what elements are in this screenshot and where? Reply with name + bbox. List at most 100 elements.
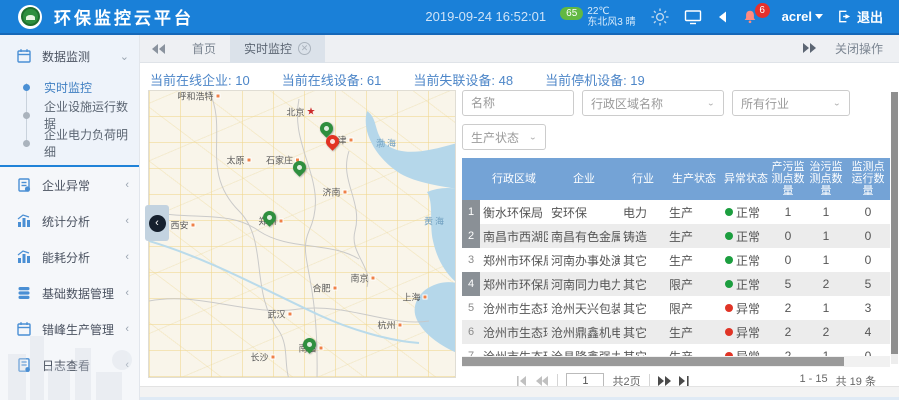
column-header-治污监测点数量: 治污监测点数量: [806, 158, 846, 200]
last-page-button[interactable]: [679, 376, 691, 386]
bar-chart-icon: [16, 213, 32, 229]
alarm-count-badge[interactable]: 6: [755, 3, 770, 18]
sidebar-group-能耗分析[interactable]: 能耗分析‹: [0, 239, 139, 275]
city-label-杭州: 杭州: [377, 319, 402, 332]
first-page-button[interactable]: [516, 376, 528, 386]
status-dot-icon: [725, 208, 733, 216]
monitor-icon[interactable]: [684, 9, 702, 25]
city-label-西安: 西安: [170, 219, 195, 232]
sidebar-group-数据监测[interactable]: 数据监测⌄: [0, 39, 139, 73]
chevron-down-icon: ⌄: [529, 133, 537, 142]
bullet-icon: [23, 112, 30, 119]
column-header-行政区域: 行政区域: [480, 158, 548, 200]
sidebar-group-企业异常[interactable]: 企业异常‹: [0, 167, 139, 203]
city-label-武汉: 武汉: [267, 308, 292, 321]
close-icon[interactable]: ✕: [298, 42, 311, 55]
chevron-left-icon: ‹: [125, 251, 129, 263]
sidebar-item-企业电力负荷明细[interactable]: 企业电力负荷明细: [0, 129, 139, 157]
city-label-呼和浩特: 呼和浩特: [177, 90, 220, 103]
sea-label-黄海: 黄海: [424, 215, 446, 228]
chevron-left-icon: ‹: [125, 359, 129, 371]
speaker-icon[interactable]: [716, 10, 728, 24]
industry-select[interactable]: 所有行业 ⌄: [732, 90, 850, 116]
app-title: 环保监控云平台: [54, 4, 194, 29]
tabs-scroll-left-icon[interactable]: [140, 44, 178, 54]
table-row[interactable]: 1衡水环保局安环保电力生产正常110: [462, 200, 890, 224]
table-row[interactable]: 7沧州市生态环保局沧县隆鑫强力加工其它生产异常210: [462, 344, 890, 356]
sidebar: 数据监测⌄实时监控企业设施运行数据企业电力负荷明细企业异常‹统计分析‹能耗分析‹…: [0, 35, 140, 400]
status-dot-icon: [725, 328, 733, 336]
table-row[interactable]: 4郑州市环保局河南同力电力设备其它限产正常525: [462, 272, 890, 296]
city-label-合肥: 合肥: [312, 282, 337, 295]
next-page-button[interactable]: [658, 376, 671, 386]
close-operations-menu[interactable]: 关闭操作: [835, 40, 883, 57]
enterprise-panel: 行政区域名称 ⌄ 所有行业 ⌄ 生产状态 ⌄ 行政区域企业行业生产状态异常状态产…: [462, 90, 890, 387]
sidebar-group-日志查看[interactable]: 日志查看‹: [0, 347, 139, 383]
sidebar-group-统计分析[interactable]: 统计分析‹: [0, 203, 139, 239]
logout-icon: [837, 9, 852, 24]
chevron-left-icon: ‹: [125, 215, 129, 227]
username: acrel: [782, 9, 812, 24]
table-row[interactable]: 2南昌市西湖区环保南昌有色金属有限铸造生产正常010: [462, 224, 890, 248]
table-row[interactable]: 5沧州市生态环保局沧州天兴包装制品其它限产异常213: [462, 296, 890, 320]
city-marker-icon: [271, 355, 276, 360]
stat-当前停机设备: 当前停机设备: 19: [545, 70, 645, 89]
weather-widget: 65 22℃ 东北风3 晴: [560, 6, 635, 28]
map-panel-collapse-button[interactable]: ‹: [145, 205, 169, 241]
sea-label-渤海: 渤海: [376, 137, 398, 150]
user-menu[interactable]: acrel: [782, 9, 823, 24]
alarm-bell-icon[interactable]: 6: [742, 9, 758, 25]
table-horizontal-scrollbar[interactable]: [462, 356, 890, 367]
chevron-down-icon: [815, 14, 823, 19]
chevron-down-icon: ⌄: [120, 50, 129, 63]
bullet-icon: [23, 84, 30, 91]
bullet-icon: [23, 140, 30, 147]
log-icon: [16, 357, 32, 373]
region-select[interactable]: 行政区域名称 ⌄: [582, 90, 724, 116]
city-marker-icon: [279, 219, 284, 224]
city-label-上海: 上海: [402, 291, 427, 304]
city-label-太原: 太原: [226, 154, 251, 167]
tabs-scroll-right-icon[interactable]: [803, 42, 817, 56]
china-map[interactable]: 呼和浩特北京★天津渤海太原石家庄济南西安郑州黄海南京合肥上海武汉杭州长沙南昌: [148, 90, 456, 378]
wind-weather: 东北风3 晴: [587, 17, 635, 28]
name-search-input[interactable]: [462, 90, 574, 116]
chevron-down-icon: ⌄: [833, 99, 841, 108]
city-label-长沙: 长沙: [250, 351, 275, 364]
city-marker-icon: [349, 138, 354, 143]
sidebar-group-错峰生产管理[interactable]: 错峰生产管理‹: [0, 311, 139, 347]
chevron-down-icon: ⌄: [707, 99, 715, 108]
column-header-监测点运行数量: 监测点运行数量: [846, 158, 890, 200]
table-row[interactable]: 6沧州市生态环保局沧州鼎鑫机电设备其它生产异常224: [462, 320, 890, 344]
sidebar-item-企业设施运行数据[interactable]: 企业设施运行数据: [0, 101, 139, 129]
chevron-left-icon: ‹: [149, 215, 166, 232]
stat-当前失联设备: 当前失联设备: 48: [413, 70, 513, 89]
city-marker-icon: [216, 94, 221, 99]
sidebar-group-基础数据管理[interactable]: 基础数据管理‹: [0, 275, 139, 311]
tab-首页[interactable]: 首页: [178, 35, 230, 63]
tab-实时监控[interactable]: 实时监控✕: [230, 35, 325, 63]
chevron-left-icon: ‹: [125, 179, 129, 191]
city-marker-icon: [398, 323, 403, 328]
city-marker-icon: [423, 295, 428, 300]
column-header-产污监测点数量: 产污监测点数量: [770, 158, 806, 200]
logout-button[interactable]: 退出: [837, 7, 883, 26]
calendar-icon: [16, 321, 32, 337]
chevron-left-icon: ‹: [125, 323, 129, 335]
prev-page-button[interactable]: [536, 376, 549, 386]
capital-star-icon: ★: [307, 108, 316, 116]
app-window: 环保监控云平台 2019-09-24 16:52:01 65 22℃ 东北风3 …: [0, 0, 899, 400]
sun-icon: [650, 7, 670, 27]
main-content: 当前在线企业: 10当前在线设备: 61当前失联设备: 48当前停机设备: 19…: [140, 63, 899, 400]
clipboard-icon: [16, 177, 32, 193]
table-row[interactable]: 3郑州市环保局河南办事处演示其它生产正常010: [462, 248, 890, 272]
panel-vertical-scrollbar[interactable]: [891, 92, 898, 364]
calendar-icon: [16, 48, 32, 64]
city-marker-icon: [371, 276, 376, 281]
production-status-select[interactable]: 生产状态 ⌄: [462, 124, 546, 150]
city-label-南京: 南京: [350, 272, 375, 285]
top-header: 环保监控云平台 2019-09-24 16:52:01 65 22℃ 东北风3 …: [0, 0, 899, 35]
city-marker-icon: [343, 190, 348, 195]
sidebar-item-实时监控[interactable]: 实时监控: [0, 73, 139, 101]
datetime: 2019-09-24 16:52:01: [425, 9, 546, 24]
